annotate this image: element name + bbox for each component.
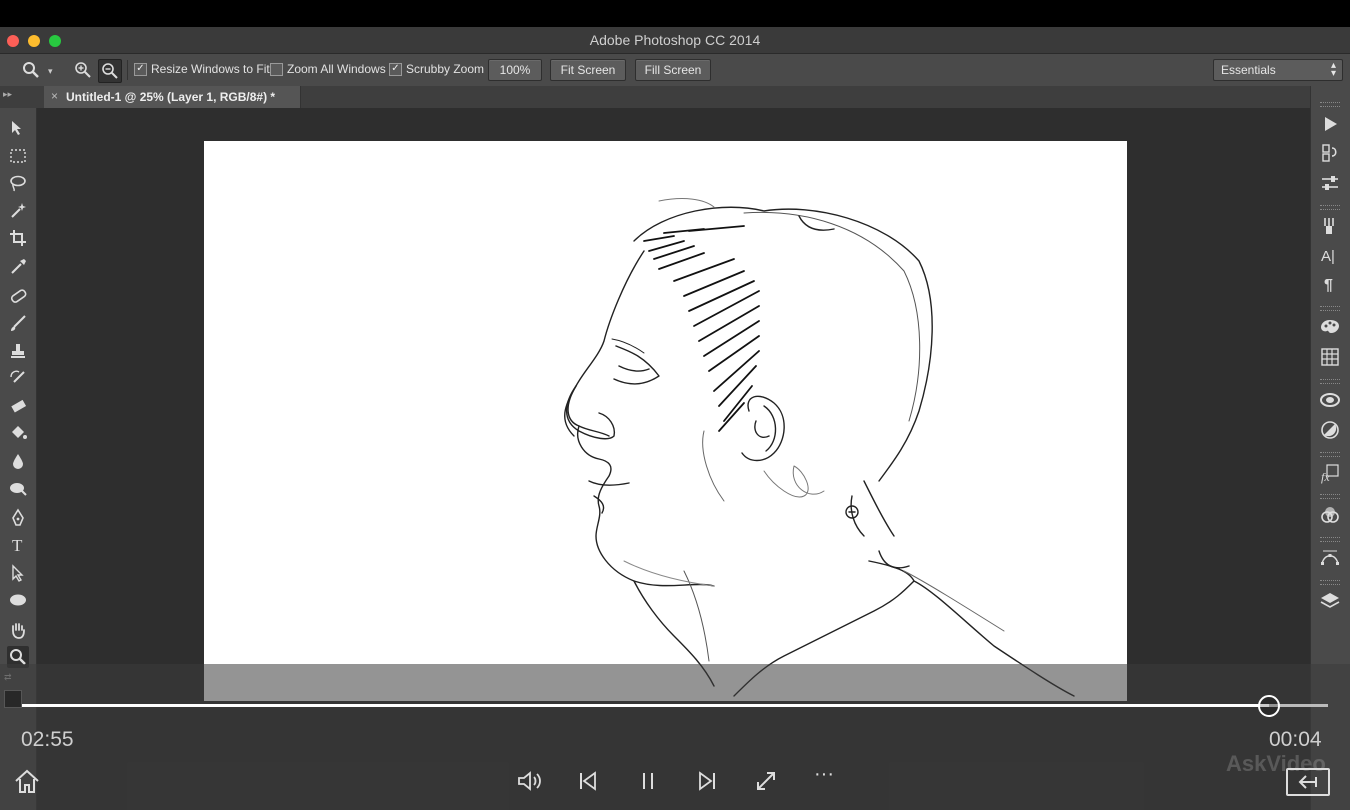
panel-group-grip[interactable] [1320,205,1340,210]
character-icon[interactable]: A| [1318,243,1342,267]
brush-presets-icon[interactable] [1318,214,1342,238]
blur-tool-icon[interactable] [7,450,29,472]
previous-track-icon[interactable] [572,765,604,797]
document-canvas[interactable] [204,141,1127,701]
options-bar: ▾ ✓ Resize Windows to Fit Zoom All Windo… [0,54,1350,87]
panel-group-grip[interactable] [1320,452,1340,457]
document-tab-label: Untitled-1 @ 25% (Layer 1, RGB/8#) * [66,90,276,104]
fill-screen-button[interactable]: Fill Screen [635,59,711,81]
checkbox-checked-icon: ✓ [389,62,402,76]
fullscreen-icon[interactable] [750,765,782,797]
scrubby-zoom-checkbox[interactable]: ✓ Scrubby Zoom [389,62,484,76]
hand-tool-icon[interactable] [7,619,29,641]
svg-text:A|: A| [1321,248,1335,265]
path-selection-tool-icon[interactable] [7,562,29,584]
panel-group-grip[interactable] [1320,102,1340,107]
ellipse-tool-icon[interactable] [7,589,29,611]
styles-fx-icon[interactable]: fx [1318,461,1342,485]
exit-player-icon[interactable] [1286,768,1330,796]
color-icon[interactable] [1318,315,1342,339]
crop-tool-icon[interactable] [7,227,29,249]
window-title: Adobe Photoshop CC 2014 [589,32,761,48]
select-arrows-icon: ▴ ▾ [1330,60,1336,79]
video-player-overlay [0,664,1350,810]
eraser-tool-icon[interactable] [7,395,29,417]
resize-windows-label: Resize Windows to Fit [151,62,270,76]
more-options-icon[interactable]: ··· [808,758,840,790]
paths-icon[interactable] [1318,546,1342,570]
magic-wand-tool-icon[interactable] [7,199,29,221]
home-icon[interactable] [11,765,43,797]
adjust-circle-icon[interactable] [1318,418,1342,442]
zoom-out-icon[interactable] [98,59,122,83]
history-brush-tool-icon[interactable] [7,367,29,389]
pen-tool-icon[interactable] [7,507,29,529]
workspace-select[interactable]: Essentials ▴ ▾ [1213,59,1343,81]
clone-stamp-tool-icon[interactable] [7,340,29,362]
resize-windows-checkbox[interactable]: ✓ Resize Windows to Fit [134,62,270,76]
pause-icon[interactable] [632,765,664,797]
zoom-100-button[interactable]: 100% [488,59,542,81]
history-icon[interactable] [1318,141,1342,165]
panel-group-grip[interactable] [1320,494,1340,499]
svg-text:fx: fx [1321,470,1330,484]
sketch-drawing [564,198,1075,697]
healing-brush-tool-icon[interactable] [7,285,29,307]
layers-icon[interactable] [1318,589,1342,613]
document-tab[interactable]: × Untitled-1 @ 25% (Layer 1, RGB/8#) * [44,86,301,108]
fit-screen-button[interactable]: Fit Screen [550,59,626,81]
progress-fill [22,704,1270,707]
close-tab-icon[interactable]: × [51,89,58,103]
panel-group-grip[interactable] [1320,580,1340,585]
channels-icon[interactable] [1318,503,1342,527]
volume-icon[interactable] [514,765,546,797]
zoom-all-windows-label: Zoom All Windows [287,62,386,76]
separator [127,60,128,80]
collapse-arrows-icon[interactable]: ▸▸ [3,89,12,100]
scrubby-zoom-label: Scrubby Zoom [406,62,485,76]
panel-group-grip[interactable] [1320,306,1340,311]
svg-text:T: T [12,536,23,555]
title-bar: Adobe Photoshop CC 2014 [0,27,1350,54]
next-track-icon[interactable] [691,765,723,797]
move-tool-icon[interactable] [7,117,29,139]
panel-group-grip[interactable] [1320,537,1340,542]
libraries-icon[interactable] [1318,388,1342,412]
swatches-icon[interactable] [1318,345,1342,369]
zoom-in-icon[interactable] [72,59,94,81]
paint-bucket-tool-icon[interactable] [7,422,29,444]
play-actions-icon[interactable] [1318,112,1342,136]
panel-group-grip[interactable] [1320,379,1340,384]
zoom-tool-preset-icon[interactable] [20,59,42,81]
preset-dropdown-arrow-icon[interactable]: ▾ [48,66,53,77]
checkbox-checked-icon: ✓ [134,62,147,76]
svg-text:¶: ¶ [1324,277,1333,294]
paragraph-icon[interactable]: ¶ [1318,272,1342,296]
type-tool-icon[interactable]: T [7,534,29,556]
brush-tool-icon[interactable] [7,312,29,334]
adjustments-icon[interactable] [1318,171,1342,195]
checkbox-unchecked-icon [270,62,283,76]
workspace-value: Essentials [1221,63,1276,77]
marquee-tool-icon[interactable] [7,145,29,167]
eyedropper-tool-icon[interactable] [7,255,29,277]
dodge-tool-icon[interactable] [7,477,29,499]
lasso-tool-icon[interactable] [7,172,29,194]
zoom-all-windows-checkbox[interactable]: Zoom All Windows [270,62,386,76]
elapsed-time: 02:55 [21,728,74,751]
remaining-time: 00:04 [1269,728,1322,751]
